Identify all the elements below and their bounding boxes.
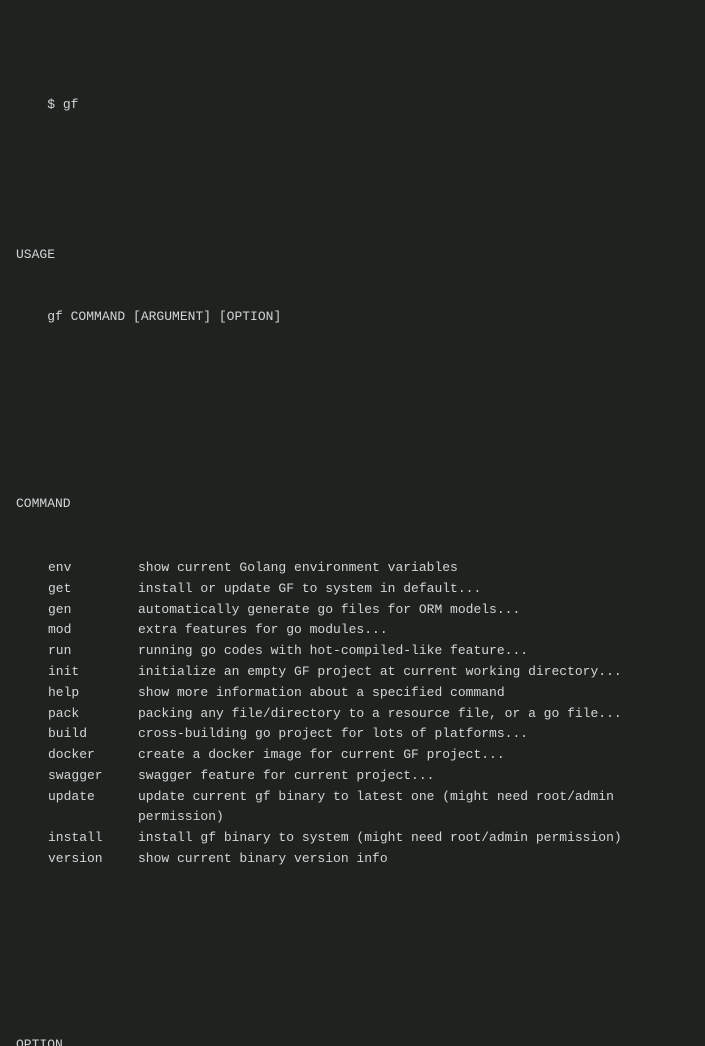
option-label: OPTION bbox=[16, 1035, 689, 1046]
prompt-line: $ gf bbox=[16, 74, 689, 136]
command-name: build bbox=[48, 724, 138, 745]
list-item: dockercreate a docker image for current … bbox=[48, 745, 689, 766]
command-desc: show current binary version info bbox=[138, 849, 388, 870]
command-name: swagger bbox=[48, 766, 138, 787]
list-item: modextra features for go modules... bbox=[48, 620, 689, 641]
command-desc: update current gf binary to latest one (… bbox=[138, 787, 689, 829]
command-name: gen bbox=[48, 600, 138, 621]
usage-label: USAGE bbox=[16, 245, 689, 266]
command-name: install bbox=[48, 828, 138, 849]
command-desc: running go codes with hot-compiled-like … bbox=[138, 641, 528, 662]
command-desc: install or update GF to system in defaul… bbox=[138, 579, 481, 600]
command-desc: show current Golang environment variable… bbox=[138, 558, 458, 579]
command-desc: create a docker image for current GF pro… bbox=[138, 745, 505, 766]
list-item: swaggerswagger feature for current proje… bbox=[48, 766, 689, 787]
list-item: runrunning go codes with hot-compiled-li… bbox=[48, 641, 689, 662]
command-desc: packing any file/directory to a resource… bbox=[138, 704, 622, 725]
command-desc: show more information about a specified … bbox=[138, 683, 505, 704]
command-name: pack bbox=[48, 704, 138, 725]
command-section: COMMAND envshow current Golang environme… bbox=[16, 444, 689, 912]
command-desc: install gf binary to system (might need … bbox=[138, 828, 622, 849]
list-item: helpshow more information about a specif… bbox=[48, 683, 689, 704]
command-label: COMMAND bbox=[16, 494, 689, 515]
list-item: versionshow current binary version info bbox=[48, 849, 689, 870]
command-desc: automatically generate go files for ORM … bbox=[138, 600, 520, 621]
command-name: env bbox=[48, 558, 138, 579]
list-item: envshow current Golang environment varia… bbox=[48, 558, 689, 579]
list-item: initinitialize an empty GF project at cu… bbox=[48, 662, 689, 683]
usage-cmd: gf COMMAND [ARGUMENT] [OPTION] bbox=[16, 307, 689, 328]
command-name: run bbox=[48, 641, 138, 662]
command-desc: initialize an empty GF project at curren… bbox=[138, 662, 622, 683]
command-desc: swagger feature for current project... bbox=[138, 766, 434, 787]
command-desc: extra features for go modules... bbox=[138, 620, 388, 641]
list-item: installinstall gf binary to system (migh… bbox=[48, 828, 689, 849]
usage-section: USAGE gf COMMAND [ARGUMENT] [OPTION] bbox=[16, 203, 689, 369]
command-name: init bbox=[48, 662, 138, 683]
command-name: update bbox=[48, 787, 138, 808]
command-name: docker bbox=[48, 745, 138, 766]
list-item: packpacking any file/directory to a reso… bbox=[48, 704, 689, 725]
list-item: buildcross-building go project for lots … bbox=[48, 724, 689, 745]
list-item: genautomatically generate go files for O… bbox=[48, 600, 689, 621]
command-name: help bbox=[48, 683, 138, 704]
command-name: mod bbox=[48, 620, 138, 641]
list-item: getinstall or update GF to system in def… bbox=[48, 579, 689, 600]
terminal-window: $ gf USAGE gf COMMAND [ARGUMENT] [OPTION… bbox=[16, 12, 689, 1046]
option-section: OPTION -yall yes for all command without… bbox=[16, 986, 689, 1046]
command-name: get bbox=[48, 579, 138, 600]
commands-list: envshow current Golang environment varia… bbox=[16, 558, 689, 870]
list-item: updateupdate current gf binary to latest… bbox=[48, 787, 689, 829]
command-name: version bbox=[48, 849, 138, 870]
prompt-text: $ gf bbox=[47, 97, 78, 112]
command-desc: cross-building go project for lots of pl… bbox=[138, 724, 528, 745]
